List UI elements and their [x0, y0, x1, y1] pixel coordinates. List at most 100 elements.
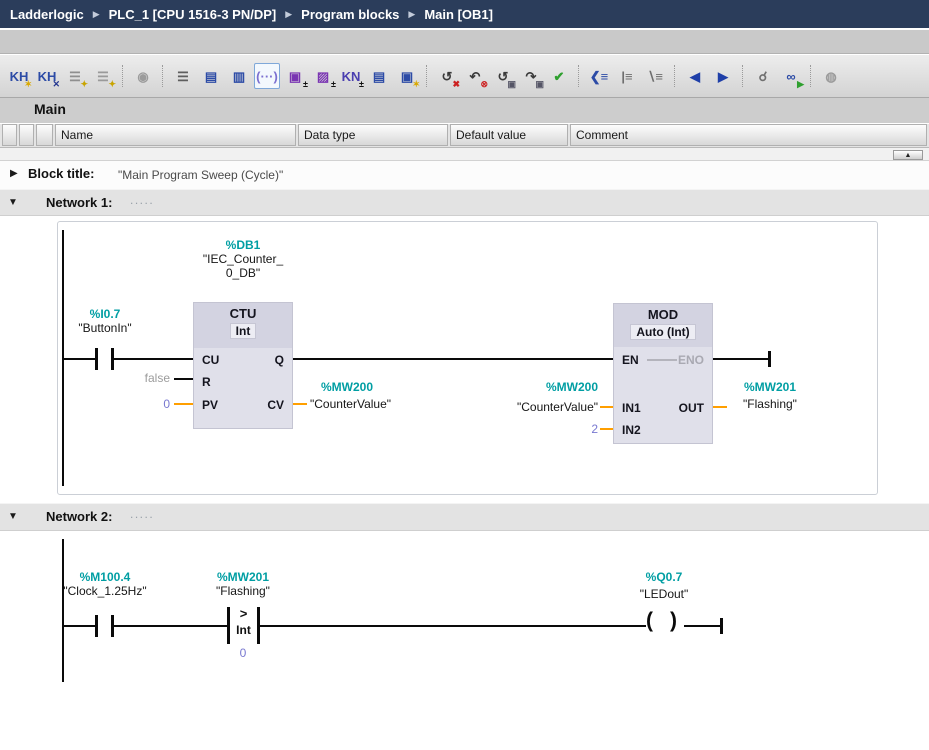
- goto-network-icon[interactable]: ❮≡: [586, 63, 612, 89]
- unlink-icon[interactable]: ◉: [130, 63, 156, 89]
- network-comments-icon[interactable]: (···): [254, 63, 280, 89]
- toolbar-separator: [578, 65, 580, 87]
- discard-changes-icon[interactable]: ↺✖: [434, 63, 460, 89]
- column-header-name[interactable]: Name: [55, 124, 296, 146]
- goto-previous-icon[interactable]: ◀: [682, 63, 708, 89]
- in1-operand-name[interactable]: "CounterValue": [458, 400, 598, 414]
- wire: [260, 625, 646, 627]
- insert-branch-icon[interactable]: ☰✦: [90, 63, 116, 89]
- data-block-icon[interactable]: ◍: [818, 63, 844, 89]
- contact-symbol[interactable]: [95, 348, 98, 370]
- monitoring-glasses-icon[interactable]: ∞▶: [778, 63, 804, 89]
- wire: [114, 358, 193, 360]
- insert-box-icon[interactable]: ▣±: [282, 63, 308, 89]
- breadcrumb-item-project[interactable]: Ladderlogic: [10, 7, 84, 22]
- ctu-counter-block[interactable]: CTU Int CU R PV Q CV: [193, 302, 293, 429]
- symbolic-operands-icon-glyph: ▥: [233, 70, 245, 83]
- coil-symbol[interactable]: (: [646, 610, 653, 631]
- in2-input-value[interactable]: 2: [558, 422, 598, 436]
- column-header-comment[interactable]: Comment: [570, 124, 927, 146]
- mod-type-dropdown[interactable]: Auto (Int): [630, 324, 695, 340]
- network-1-header[interactable]: ▼ Network 1: .....: [0, 189, 929, 216]
- contact-symbol[interactable]: [95, 615, 98, 637]
- load-snapshot-icon[interactable]: ↺▣: [490, 63, 516, 89]
- pin-en: EN: [622, 353, 639, 367]
- toolbar-separator: [674, 65, 676, 87]
- column-header-data-type[interactable]: Data type: [298, 124, 448, 146]
- insert-network-icon[interactable]: KH✶: [6, 63, 32, 89]
- out-operand[interactable]: %MW201 "Flashing": [728, 380, 812, 411]
- operand-address[interactable]: %I0.7: [53, 307, 157, 321]
- collapse-triangle-icon[interactable]: ▶: [10, 168, 18, 179]
- absolute-operands-icon[interactable]: ▤: [198, 63, 224, 89]
- compare-value[interactable]: 0: [217, 646, 269, 660]
- toolbar: KH✶KH✕☰✦☰✦◉☰▤▥(···)▣±▨±KN±▤▣✶↺✖↶⊗↺▣↷▣✔❮≡…: [0, 55, 929, 98]
- expand-networks-icon[interactable]: ▤: [366, 63, 392, 89]
- power-rail: [62, 539, 64, 682]
- wire: [114, 625, 227, 627]
- monitoring-glasses-icon-glyph: ∞: [786, 70, 795, 83]
- delete-network-icon[interactable]: KH✕: [34, 63, 60, 89]
- load-snapshot-icon-badge: ▣: [507, 80, 516, 89]
- network-2-comment-placeholder[interactable]: .....: [130, 507, 154, 521]
- absolute-info-icon[interactable]: |≡: [614, 63, 640, 89]
- in1-operand-address[interactable]: %MW200: [458, 380, 598, 394]
- network-1-comment-placeholder[interactable]: .....: [130, 193, 154, 207]
- network-1-label: Network 1:: [46, 195, 112, 210]
- instance-db-operand[interactable]: %DB1 "IEC_Counter_ 0_DB": [173, 238, 313, 280]
- operand-name[interactable]: "ButtonIn": [53, 321, 157, 335]
- pv-input-value[interactable]: 0: [130, 397, 170, 411]
- save-snapshot-icon[interactable]: ↷▣: [518, 63, 544, 89]
- toolbar-separator: [162, 65, 164, 87]
- coil-symbol[interactable]: ): [670, 610, 677, 631]
- compare-operator[interactable]: >: [230, 606, 257, 621]
- operand-address[interactable]: %M100.4: [43, 570, 167, 584]
- scroll-up-button[interactable]: ▲: [893, 150, 923, 160]
- compare-operand[interactable]: %MW201 "Flashing": [183, 570, 303, 598]
- compare-type[interactable]: Int: [230, 623, 257, 637]
- out-operand-address[interactable]: %MW201: [728, 380, 812, 394]
- goto-next-icon[interactable]: ▶: [710, 63, 736, 89]
- operand-name[interactable]: "Clock_1.25Hz": [43, 584, 167, 598]
- insert-empty-box-icon[interactable]: ☰✦: [62, 63, 88, 89]
- db-address[interactable]: %DB1: [173, 238, 313, 252]
- insert-move-box-icon[interactable]: ▨±: [310, 63, 336, 89]
- breadcrumb-item-program-blocks[interactable]: Program blocks: [301, 7, 399, 22]
- operand-address[interactable]: %MW201: [183, 570, 303, 584]
- contact-operand[interactable]: %M100.4 "Clock_1.25Hz": [43, 570, 167, 598]
- favorites-icon[interactable]: ▣✶: [394, 63, 420, 89]
- symbolic-operands-icon[interactable]: ▥: [226, 63, 252, 89]
- data-block-icon-glyph: ◍: [825, 70, 836, 83]
- breadcrumb-item-plc[interactable]: PLC_1 [CPU 1516-3 PN/DP]: [109, 7, 277, 22]
- ctu-title: CTU: [194, 306, 292, 321]
- undo-icon[interactable]: ↶⊗: [462, 63, 488, 89]
- contact-operand[interactable]: %I0.7 "ButtonIn": [53, 307, 157, 335]
- coil-operand[interactable]: %Q0.7 "LEDout": [614, 570, 714, 601]
- network-outline-icon[interactable]: ☰: [170, 63, 196, 89]
- breadcrumb-item-main-ob1[interactable]: Main [OB1]: [424, 7, 493, 22]
- mod-title: MOD: [614, 307, 712, 322]
- operand-address[interactable]: %Q0.7: [614, 570, 714, 584]
- out-operand-name[interactable]: "Flashing": [728, 397, 812, 411]
- block-title-value[interactable]: "Main Program Sweep (Cycle)": [118, 168, 283, 182]
- cv-operand-name[interactable]: "CounterValue": [310, 397, 391, 411]
- absolute-operands-icon-glyph: ▤: [205, 70, 217, 83]
- enable-peripheral-outputs-icon[interactable]: ✔: [546, 63, 572, 89]
- cv-operand-address[interactable]: %MW200: [321, 380, 373, 394]
- expand-triangle-icon[interactable]: ▼: [8, 197, 18, 208]
- operand-name[interactable]: "Flashing": [183, 584, 303, 598]
- ctu-type-dropdown[interactable]: Int: [230, 323, 257, 339]
- db-name-line2[interactable]: 0_DB": [173, 266, 313, 280]
- free-form-comments-icon[interactable]: ∖≡: [642, 63, 668, 89]
- r-input-value[interactable]: false: [90, 371, 170, 385]
- column-header-default-value[interactable]: Default value: [450, 124, 568, 146]
- find-replace-icon[interactable]: ☌: [750, 63, 776, 89]
- expand-triangle-icon[interactable]: ▼: [8, 511, 18, 522]
- delete-network-icon-badge: ✕: [52, 80, 60, 89]
- mod-math-block[interactable]: MOD Auto (Int) EN ENO IN1 IN2 OUT: [613, 303, 713, 444]
- network-2-header[interactable]: ▼ Network 2: .....: [0, 503, 929, 531]
- operand-name[interactable]: "LEDout": [614, 587, 714, 601]
- insert-compare-icon[interactable]: KN±: [338, 63, 364, 89]
- db-name-line1[interactable]: "IEC_Counter_: [173, 252, 313, 266]
- table-corner-cell: [19, 124, 34, 146]
